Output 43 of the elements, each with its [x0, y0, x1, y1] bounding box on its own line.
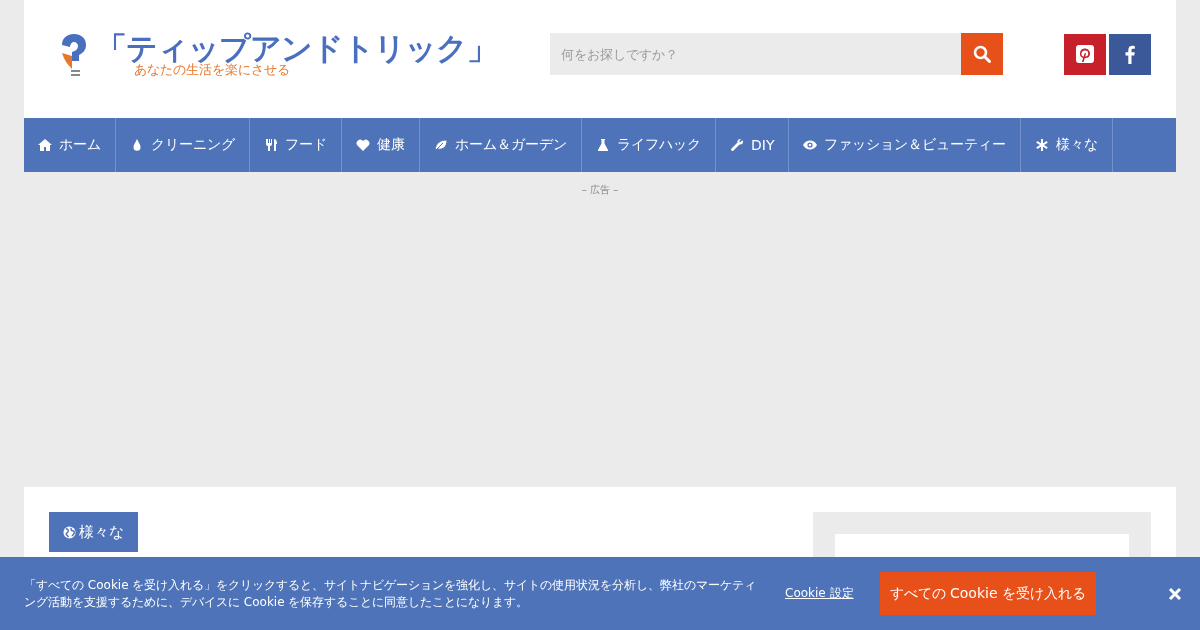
nav-menu-item[interactable]: DIY: [716, 118, 790, 172]
nav-label: フード: [285, 136, 327, 154]
category-label: 様々な: [79, 522, 124, 542]
close-icon: [1168, 586, 1182, 601]
nav-menu-item[interactable]: 様々な: [1021, 118, 1114, 172]
nav-label: ホーム: [59, 136, 101, 154]
nav-menu-item[interactable]: ライフハック: [582, 118, 716, 172]
nav-label: ホーム＆ガーデン: [455, 136, 567, 154]
close-button[interactable]: [1168, 586, 1182, 601]
nav-label: DIY: [751, 137, 775, 153]
nav-menu-item[interactable]: ホーム＆ガーデン: [420, 118, 582, 172]
heart-icon: [356, 138, 370, 152]
utensils-icon: [264, 138, 278, 152]
search-button[interactable]: [961, 33, 1003, 75]
facebook-icon: [1125, 44, 1135, 64]
asterisk-icon: [1035, 138, 1050, 152]
ad-label: – 広告 –: [581, 183, 619, 196]
facebook-button[interactable]: [1109, 33, 1151, 75]
search-icon: [973, 45, 991, 63]
leaf-icon: [434, 138, 448, 152]
nav-label: 様々な: [1056, 136, 1099, 154]
nav-menu-item[interactable]: フード: [250, 118, 342, 172]
category-badge[interactable]: 様々な: [49, 512, 138, 552]
nav-label: ライフハック: [617, 136, 701, 154]
nav-menu-item[interactable]: クリーニング: [116, 118, 250, 172]
nav-label: クリーニング: [151, 136, 235, 154]
flask-icon: [596, 138, 610, 152]
nav-label: ファッション＆ビューティー: [824, 136, 1007, 154]
eye-icon: [803, 138, 818, 152]
nav-menu-item[interactable]: 健康: [342, 118, 420, 172]
nav-label: 健康: [377, 136, 405, 154]
pinterest-button[interactable]: [1064, 33, 1106, 75]
nav-menu-item[interactable]: ホーム: [24, 118, 116, 172]
globe-icon: [63, 525, 76, 539]
nav-menu-item[interactable]: ファッション＆ビューティー: [789, 118, 1022, 172]
house-icon: [38, 138, 52, 152]
pinterest-icon: [1076, 45, 1094, 63]
wrench-icon: [730, 138, 744, 152]
site-tagline: あなたの生活を楽にさせる: [134, 62, 290, 77]
search-field[interactable]: 何をお探しですか？: [550, 33, 961, 75]
cookie-settings-link[interactable]: Cookie 設定: [785, 585, 854, 602]
accept-cookies-button[interactable]: すべての Cookie を受け入れる: [879, 572, 1096, 615]
cookie-message: 「すべての Cookie を受け入れる」をクリックすると、サイトナビゲーションを強化し、サイトの使用状況を分析し、弊社のマーケティング活動を支援するために、デバイスに Cookie を保存することに同意したことになります。: [24, 576, 758, 611]
